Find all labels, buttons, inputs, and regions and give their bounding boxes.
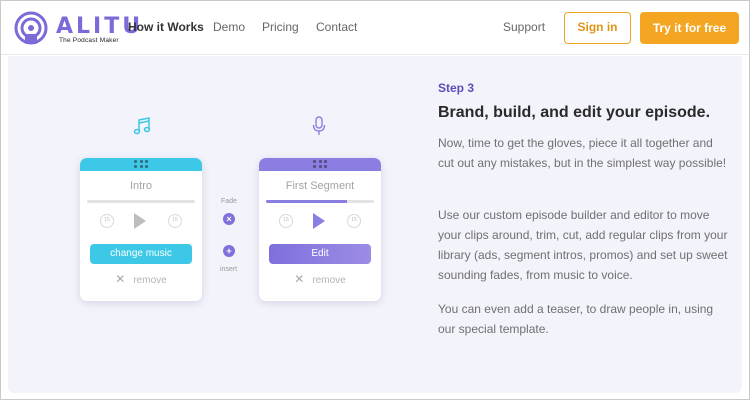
intro-card-drag-handle[interactable] <box>80 158 202 171</box>
segment-remove-label: remove <box>312 275 346 286</box>
fade-label: Fade <box>221 198 237 205</box>
section-headline: Brand, build, and edit your episode. <box>438 104 711 121</box>
fast-forward-icon[interactable]: 15 <box>347 214 361 228</box>
intro-card: Intro 15 15 change music ✕ remove <box>80 158 202 301</box>
podcast-logo-icon <box>14 11 48 45</box>
rewind-icon[interactable]: 15 <box>100 214 114 228</box>
segment-remove-link[interactable]: ✕ remove <box>259 272 381 286</box>
play-icon[interactable] <box>134 213 146 229</box>
drag-dots-icon <box>134 160 148 168</box>
intro-playback-controls: 15 15 <box>80 210 202 240</box>
paragraph-builder: Use our custom episode builder and edito… <box>438 208 728 282</box>
play-icon[interactable] <box>313 213 325 229</box>
step-label: Step 3 <box>438 81 475 95</box>
nav-how-it-works[interactable]: How it Works <box>128 20 204 34</box>
edit-button[interactable]: Edit <box>269 244 371 264</box>
try-free-button[interactable]: Try it for free <box>640 12 739 44</box>
nav-pricing[interactable]: Pricing <box>262 20 299 34</box>
nav-demo[interactable]: Demo <box>213 20 245 34</box>
insert-add-icon[interactable]: + <box>223 245 235 257</box>
site-header: ALITU The Podcast Maker How it Works Dem… <box>1 1 749 55</box>
paragraph-teaser: You can even add a teaser, to draw peopl… <box>438 302 714 336</box>
brand-tagline: The Podcast Maker <box>59 37 119 44</box>
nav-support[interactable]: Support <box>503 20 545 34</box>
segment-card-title: First Segment <box>285 180 355 192</box>
segment-progress-track[interactable] <box>266 200 374 203</box>
nav-contact[interactable]: Contact <box>316 20 357 34</box>
close-icon: ✕ <box>115 272 126 286</box>
intro-card-title: Intro <box>129 180 152 192</box>
segment-card-drag-handle[interactable] <box>259 158 381 171</box>
sign-in-button[interactable]: Sign in <box>564 12 631 44</box>
music-note-icon <box>133 117 151 135</box>
intro-remove-label: remove <box>133 275 167 286</box>
microphone-icon <box>312 116 326 135</box>
drag-dots-icon <box>313 160 327 168</box>
paragraph-intro: Now, time to get the gloves, piece it al… <box>438 136 727 170</box>
segment-card: First Segment 15 15 Edit ✕ remove <box>259 158 381 301</box>
change-music-button[interactable]: change music <box>90 244 192 264</box>
fast-forward-icon[interactable]: 15 <box>168 214 182 228</box>
fade-toggle-icon[interactable]: × <box>223 213 235 225</box>
segment-playback-controls: 15 15 <box>259 210 381 240</box>
insert-label: insert <box>220 266 238 273</box>
close-icon: ✕ <box>294 272 305 286</box>
intro-remove-link[interactable]: ✕ remove <box>80 272 202 286</box>
segment-progress-fill <box>266 200 347 203</box>
brand-logo[interactable]: ALITU The Podcast Maker <box>13 10 140 46</box>
intro-progress-track[interactable] <box>87 200 195 203</box>
rewind-icon[interactable]: 15 <box>279 214 293 228</box>
